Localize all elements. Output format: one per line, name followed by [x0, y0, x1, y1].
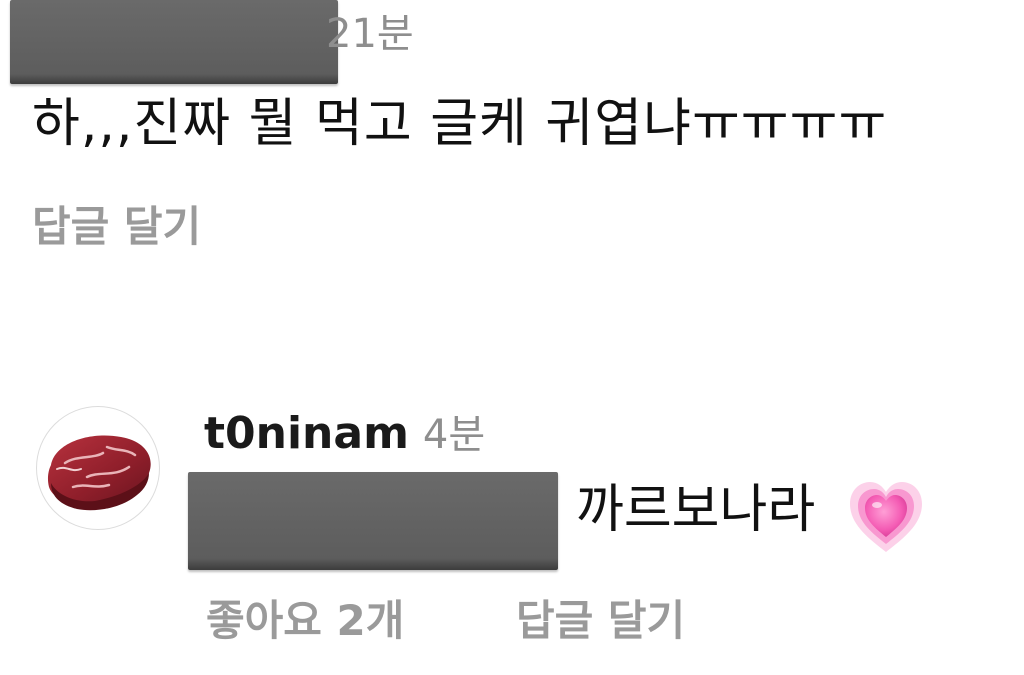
growing-heart-icon	[850, 482, 922, 552]
reply-button[interactable]: 답글 달기	[32, 206, 201, 248]
avatar[interactable]	[36, 406, 160, 530]
comment-thread: 21분 하,,,진짜 뭘 먹고 글케 귀엽냐ㅠㅠㅠㅠ 답글 달기 t0ninam…	[0, 0, 1024, 675]
redacted-mention	[188, 472, 558, 570]
reply-timestamp: 4분	[422, 412, 486, 458]
username[interactable]: t0ninam	[204, 408, 409, 459]
steak-icon	[47, 435, 151, 511]
comment-text: 하,,,진짜 뭘 먹고 글케 귀엽냐ㅠㅠㅠㅠ	[32, 94, 888, 154]
reply-text: 까르보나라	[576, 480, 816, 540]
redacted-username	[10, 0, 338, 84]
comment-timestamp: 21분	[326, 11, 414, 57]
reply-header: t0ninam 4분	[204, 412, 485, 456]
reply-button-2[interactable]: 답글 달기	[516, 600, 685, 642]
likes-count[interactable]: 좋아요 2개	[206, 600, 404, 642]
